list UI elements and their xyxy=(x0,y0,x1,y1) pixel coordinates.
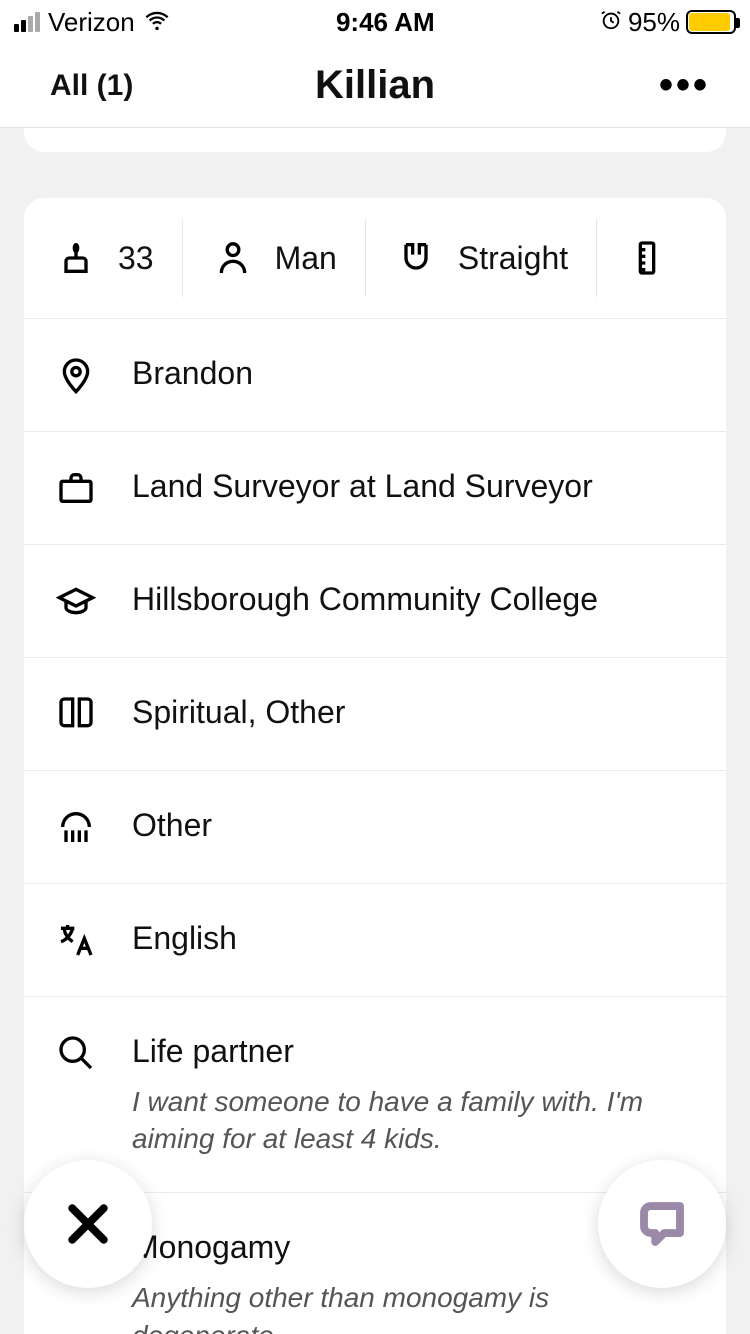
nav-bar: All (1) Killian ••• xyxy=(0,44,750,128)
language-value: English xyxy=(132,918,696,960)
info-job: Land Surveyor at Land Surveyor xyxy=(24,431,726,544)
politics-value: Other xyxy=(132,805,696,847)
previous-card-edge xyxy=(24,128,726,152)
pass-button[interactable] xyxy=(24,1160,152,1288)
looking-for-title: Life partner xyxy=(132,1031,696,1073)
birthday-cake-icon xyxy=(54,236,98,280)
content-scroll[interactable]: 33 Man Straight xyxy=(0,128,750,1334)
religion-value: Spiritual, Other xyxy=(132,692,696,734)
info-politics: Other xyxy=(24,770,726,883)
battery-percent: 95% xyxy=(628,7,680,38)
info-education: Hillsborough Community College xyxy=(24,544,726,657)
briefcase-icon xyxy=(54,466,98,510)
nav-title: Killian xyxy=(315,63,435,108)
vital-age: 33 xyxy=(54,219,183,297)
status-time: 9:46 AM xyxy=(336,7,435,38)
status-left: Verizon xyxy=(14,5,171,40)
more-options-button[interactable]: ••• xyxy=(659,63,710,108)
gender-value: Man xyxy=(275,240,337,277)
wifi-icon xyxy=(143,5,171,40)
magnet-icon xyxy=(394,236,438,280)
location-pin-icon xyxy=(54,353,98,397)
looking-for-subtitle: I want someone to have a family with. I'… xyxy=(132,1083,696,1159)
info-language: English xyxy=(24,883,726,996)
nav-back-all[interactable]: All (1) xyxy=(50,69,133,103)
location-value: Brandon xyxy=(132,353,696,395)
person-icon xyxy=(211,236,255,280)
info-location: Brandon xyxy=(24,318,726,431)
vital-height xyxy=(597,219,669,297)
age-value: 33 xyxy=(118,240,154,277)
info-religion: Spiritual, Other xyxy=(24,657,726,770)
vital-orientation: Straight xyxy=(366,219,597,297)
battery-icon xyxy=(686,10,736,34)
graduation-cap-icon xyxy=(54,579,98,623)
ruler-icon xyxy=(625,236,669,280)
translate-icon xyxy=(54,918,98,962)
alarm-icon xyxy=(600,7,622,38)
status-right: 95% xyxy=(600,7,736,38)
search-icon xyxy=(54,1031,98,1075)
signal-bars-icon xyxy=(14,12,40,32)
book-icon xyxy=(54,692,98,736)
message-button[interactable] xyxy=(598,1160,726,1288)
info-looking-for: Life partner I want someone to have a fa… xyxy=(24,996,726,1192)
education-value: Hillsborough Community College xyxy=(132,579,696,621)
profile-card: 33 Man Straight xyxy=(24,198,726,1334)
relationship-subtitle: Anything other than monogamy is degenera… xyxy=(132,1279,696,1334)
status-bar: Verizon 9:46 AM 95% xyxy=(0,0,750,44)
orientation-value: Straight xyxy=(458,240,568,277)
vital-gender: Man xyxy=(183,219,366,297)
vitals-row: 33 Man Straight xyxy=(24,198,726,318)
government-icon xyxy=(54,805,98,849)
job-value: Land Surveyor at Land Surveyor xyxy=(132,466,696,508)
carrier-label: Verizon xyxy=(48,7,135,38)
